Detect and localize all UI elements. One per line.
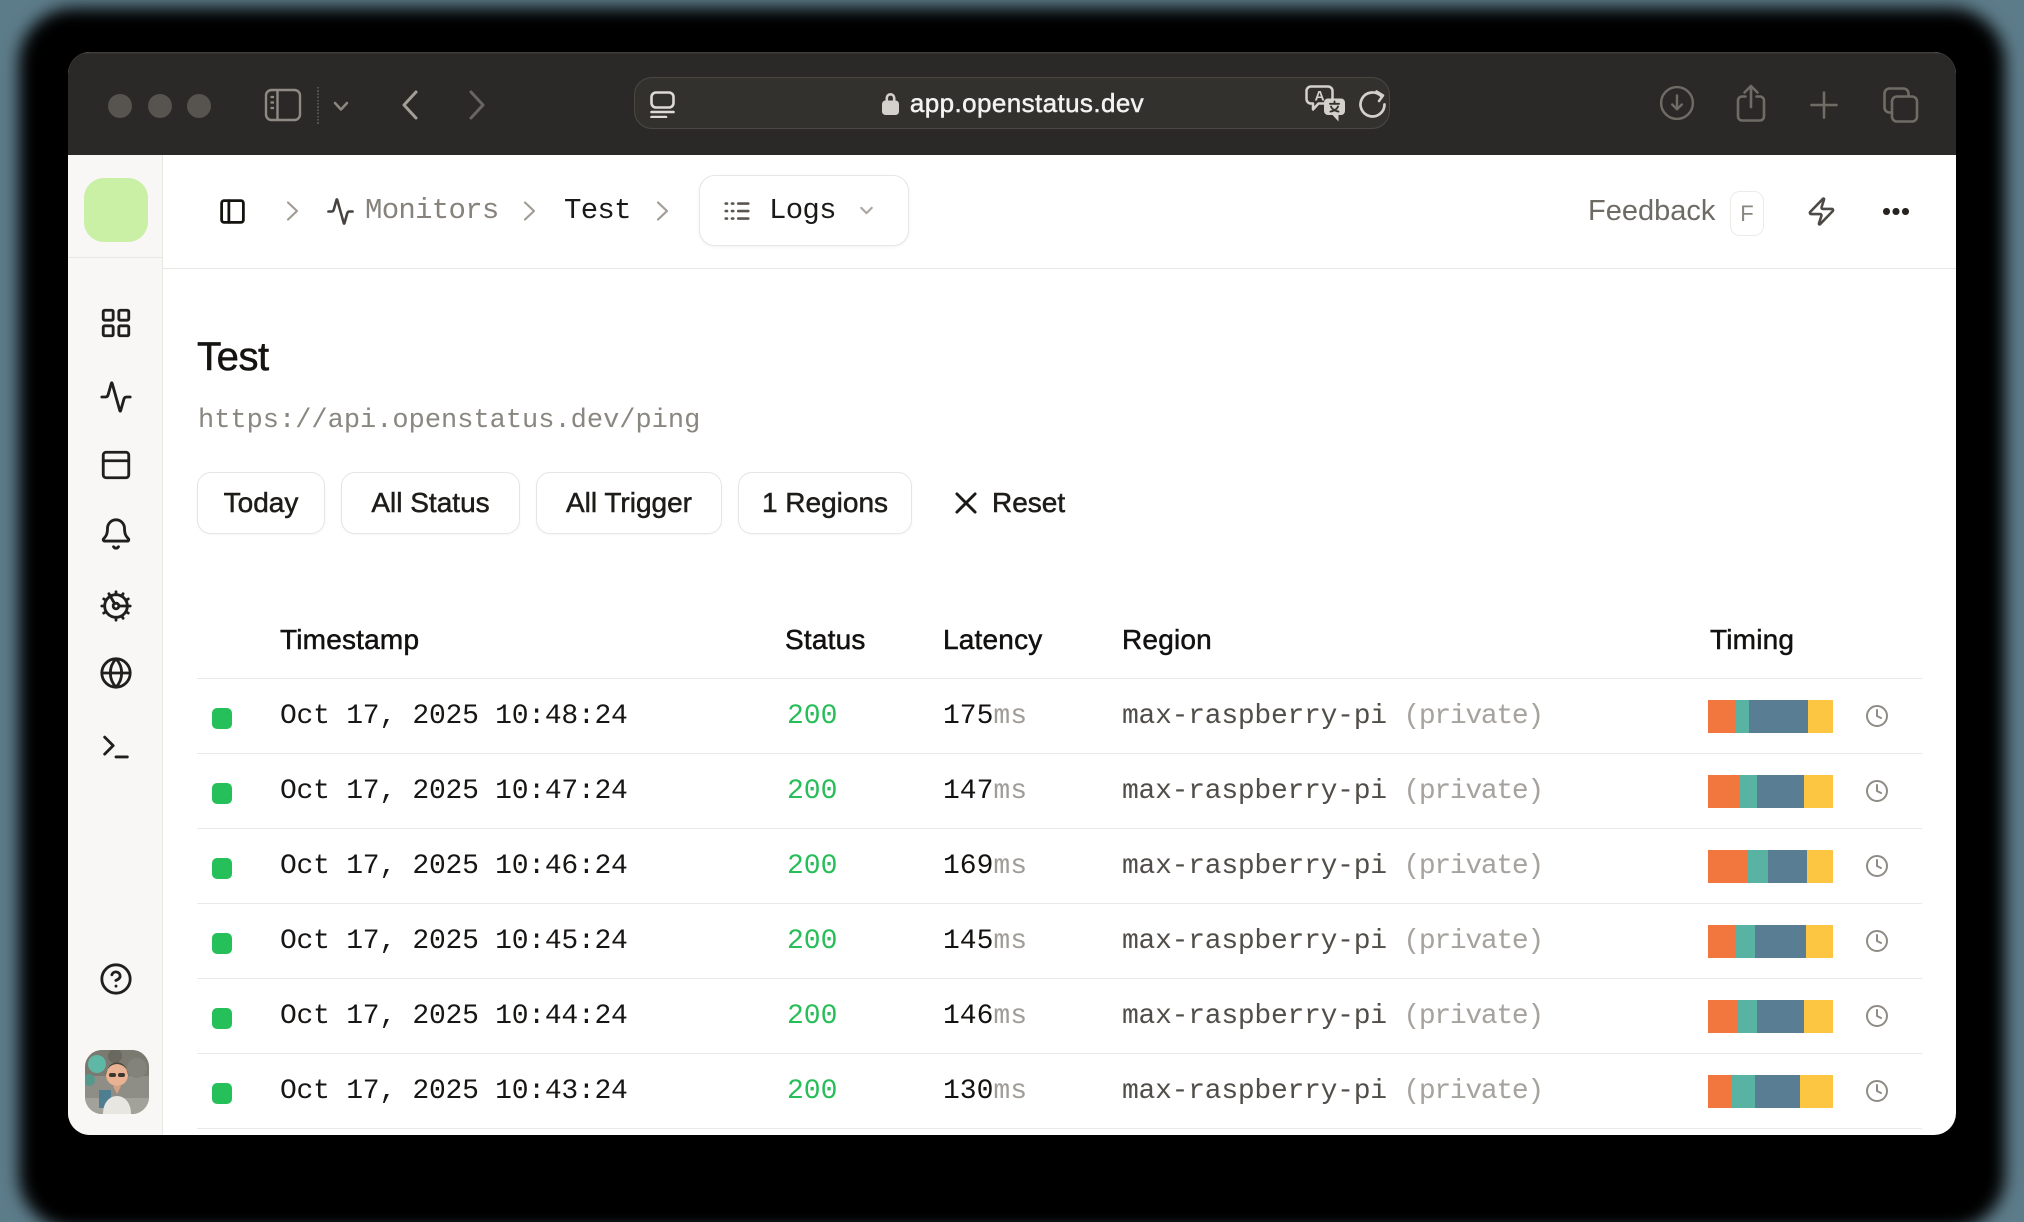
- svg-text:A: A: [1315, 88, 1325, 104]
